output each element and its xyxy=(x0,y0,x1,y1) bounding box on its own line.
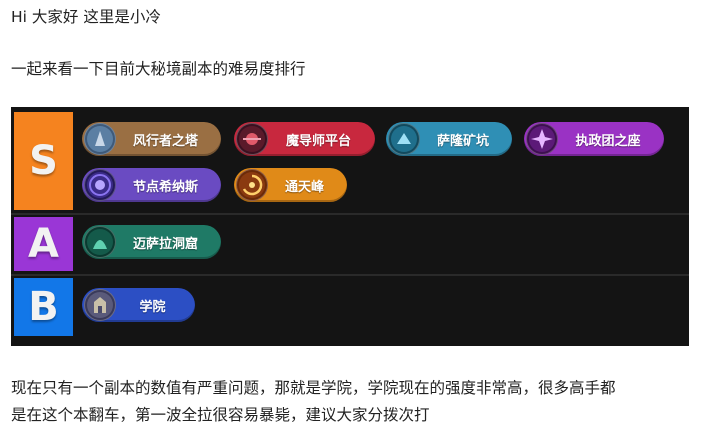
dungeon-name: 风行者之塔 xyxy=(132,133,198,149)
intro-subtitle: 一起来看一下目前大秘境副本的难易度排行 xyxy=(11,60,306,78)
dungeon-pill: 萨隆矿坑 xyxy=(386,122,512,156)
cavern-icon xyxy=(84,226,116,258)
peak-icon xyxy=(236,169,268,201)
academy-icon xyxy=(84,289,116,321)
dungeon-name: 迈萨拉洞窟 xyxy=(132,236,198,252)
dungeon-name: 通天峰 xyxy=(284,179,324,195)
dungeon-pill: 执政团之座 xyxy=(524,122,664,156)
nexus-icon xyxy=(84,169,116,201)
pit-icon xyxy=(388,123,420,155)
dungeon-pill: 迈萨拉洞窟 xyxy=(82,225,221,259)
dungeon-pill: 学院 xyxy=(82,288,195,322)
dungeon-pill: 节点希纳斯 xyxy=(82,168,221,202)
dungeon-name: 节点希纳斯 xyxy=(132,179,198,195)
tier-label-s: S xyxy=(14,112,73,210)
dungeon-pill: 通天峰 xyxy=(234,168,347,202)
greeting-text: Hi 大家好 这里是小冷 xyxy=(11,8,161,26)
dungeon-pill: 魔导师平台 xyxy=(234,122,375,156)
tower-icon xyxy=(84,123,116,155)
tier-list-image: S 风行者之塔 魔导师平台 萨隆矿坑 执政团之座 节点希纳斯 通天峰 A 迈萨拉… xyxy=(11,107,689,346)
dungeon-name: 萨隆矿坑 xyxy=(436,133,489,149)
platform-icon xyxy=(236,123,268,155)
dungeon-name: 学院 xyxy=(139,299,166,315)
tier-label-a: A xyxy=(14,217,73,271)
tier-row-s: S 风行者之塔 魔导师平台 萨隆矿坑 执政团之座 节点希纳斯 通天峰 xyxy=(11,107,689,213)
dungeon-name: 魔导师平台 xyxy=(285,133,351,149)
tier-row-b: B 学院 xyxy=(11,274,689,346)
commentary-line-2: 是在这个本翻车，第一波全拉很容易暴毙，建议大家分拨次打 xyxy=(11,406,430,424)
tier-label-b: B xyxy=(14,278,73,336)
tier-row-a: A 迈萨拉洞窟 xyxy=(11,213,689,274)
seat-icon xyxy=(526,123,558,155)
dungeon-pill: 风行者之塔 xyxy=(82,122,221,156)
dungeon-name: 执政团之座 xyxy=(575,133,641,149)
commentary-line-1: 现在只有一个副本的数值有严重问题，那就是学院，学院现在的强度非常高，很多高手都 xyxy=(11,379,616,397)
